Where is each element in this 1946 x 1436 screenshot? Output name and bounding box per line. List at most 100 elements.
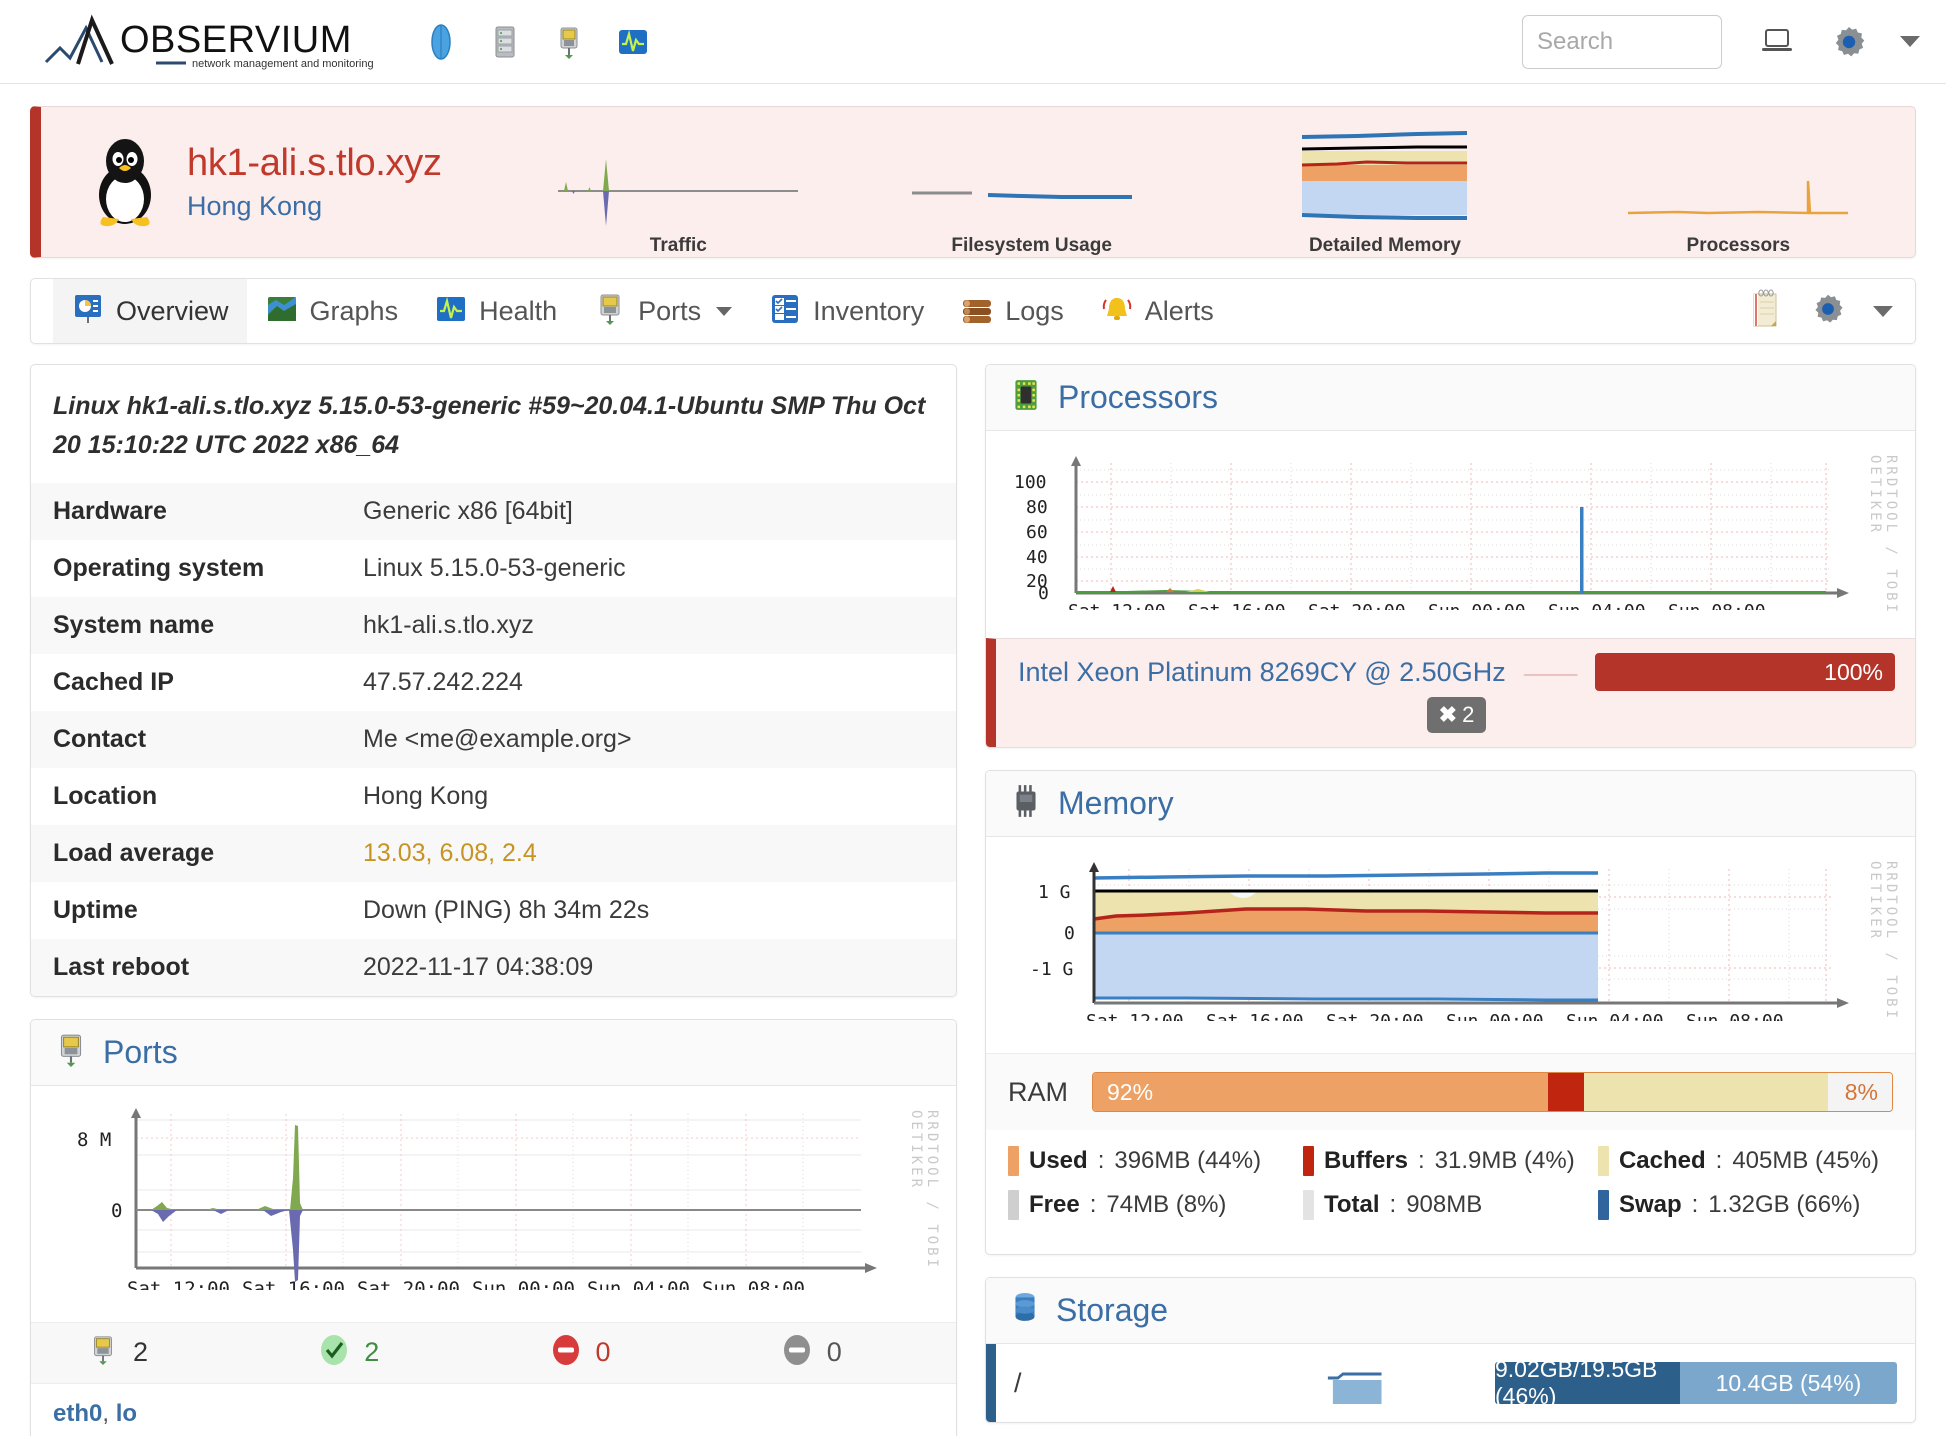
tab-overview[interactable]: Overview [53,279,247,343]
svg-text:Sun 04:00: Sun 04:00 [1548,601,1646,610]
tab-graphs[interactable]: Graphs [247,279,417,343]
left-column: Linux hk1-ali.s.tlo.xyz 5.15.0-53-generi… [30,364,957,1436]
legend-item-buffers: Buffers: 31.9MB (4%) [1302,1146,1598,1176]
row-value: 47.57.242.224 [363,667,523,696]
legend-name: Free [1029,1191,1080,1218]
ports-count-total[interactable]: 2 [31,1333,262,1372]
table-row: System name hk1-ali.s.tlo.xyz [31,596,956,654]
ports-count-up[interactable]: 2 [262,1333,493,1372]
ports-panel: Ports RRDTOOL / TOBI OETIKER 8 M 0 Sat 1… [30,1018,957,1436]
system-info-panel: Linux hk1-ali.s.tlo.xyz 5.15.0-53-generi… [30,364,957,997]
status-badge: ✖ 2 [1426,697,1487,733]
ports-traffic-graph[interactable]: RRDTOOL / TOBI OETIKER 8 M 0 Sat 12:00 S… [31,1085,956,1322]
memory-graph[interactable]: RRDTOOL / TOBI OETIKER 1 G 0 -1 G [986,837,1915,1053]
legend-name: Used [1029,1147,1088,1174]
port-link-lo[interactable]: lo [116,1400,137,1427]
processor-name[interactable]: Intel Xeon Platinum 8269CY @ 2.50GHz [1018,657,1506,688]
port-icon [87,1333,119,1372]
minigraph-processors[interactable]: Processors [1613,151,1863,257]
svg-text:Sun 00:00: Sun 00:00 [1446,1011,1544,1021]
processor-entry-row: Intel Xeon Platinum 8269CY @ 2.50GHz 100… [986,638,1915,747]
svg-text:1 G: 1 G [1038,882,1071,903]
cpu-chip-icon [1008,377,1044,418]
tab-ports[interactable]: Ports [575,279,750,343]
row-key: Last reboot [53,952,190,981]
database-icon [1008,1290,1042,1331]
device-location[interactable]: Hong Kong [187,191,442,222]
table-row: Cached IP 47.57.242.224 [31,654,956,711]
laptop-icon[interactable] [1756,21,1798,63]
tab-health[interactable]: Health [416,279,575,343]
minigraph-detailed-memory[interactable]: Detailed Memory [1260,129,1510,257]
minigraph-label: Filesystem Usage [951,235,1112,256]
tab-logs[interactable]: Logs [942,279,1082,343]
panel-title[interactable]: Storage [1056,1292,1168,1329]
legend-name: Buffers [1323,1147,1408,1174]
minigraph-label: Detailed Memory [1308,235,1461,256]
navbar-dropdown-caret[interactable] [1900,36,1920,47]
processors-graph[interactable]: RRDTOOL / TOBI OETIKER 100 80 60 40 20 0 [986,431,1915,638]
ports-count-down[interactable]: 0 [494,1333,725,1372]
count-value: 2 [364,1337,380,1367]
tab-label: Overview [116,295,229,326]
svg-text:Sat 16:00: Sat 16:00 [242,1278,345,1290]
gear-icon[interactable] [1828,21,1870,63]
health-icon[interactable] [612,21,654,63]
port-icon[interactable] [548,21,590,63]
logs-icon [960,292,994,331]
svg-text:0: 0 [111,1200,122,1222]
storage-panel-header: Storage [986,1278,1915,1344]
ports-count-disabled[interactable]: 0 [725,1333,956,1372]
svg-text:80: 80 [1026,497,1048,518]
panel-title[interactable]: Ports [103,1034,178,1071]
storage-sparkline [1234,1360,1485,1406]
processor-sparkline [1520,659,1581,685]
multiply-icon: ✖ [1438,702,1458,727]
device-identity: hk1-ali.s.tlo.xyz Hong Kong [187,142,442,223]
legend-swatch [1008,1190,1019,1220]
device-hostname[interactable]: hk1-ali.s.tlo.xyz [187,142,442,186]
notepad-icon[interactable] [1747,289,1783,334]
port-link-eth0[interactable]: eth0 [53,1400,102,1427]
rack-icon[interactable] [484,21,526,63]
storage-usage-bar: 9.02GB/19.5GB (46%) 10.4GB (54%) [1495,1362,1897,1404]
minigraph-filesystem-usage[interactable]: Filesystem Usage [907,151,1157,257]
table-row: Load average 13.03, 6.08, 2.4 [31,824,956,882]
observium-logo[interactable]: OBSERVIUM network management and monitor… [40,12,380,72]
svg-text:60: 60 [1026,522,1048,543]
svg-text:0: 0 [1038,583,1049,604]
storage-mountpoint[interactable]: / [1014,1368,1224,1399]
gear-icon[interactable] [1809,290,1847,333]
processor-usage-fill: 100% [1595,653,1895,691]
legend-value: 74MB (8%) [1106,1191,1227,1218]
processor-entry-line: Intel Xeon Platinum 8269CY @ 2.50GHz 100… [1018,653,1895,691]
tab-alerts[interactable]: Alerts [1082,279,1232,343]
port-link-separator: , [102,1399,116,1427]
globe-icon[interactable] [420,21,462,63]
row-value: 2022-11-17 04:38:09 [363,952,594,981]
legend-value: 908MB [1406,1191,1483,1218]
svg-text:Sun 08:00: Sun 08:00 [1686,1011,1784,1021]
minus-circle-red-icon [550,1333,582,1372]
search-input[interactable] [1522,14,1722,69]
legend-value: 1.32GB (66%) [1708,1191,1861,1218]
svg-text:Sat 16:00: Sat 16:00 [1206,1011,1304,1021]
port-icon [593,292,627,331]
ram-free-segment: 8% [1828,1073,1892,1111]
svg-text:-1 G: -1 G [1030,959,1073,980]
tab-inventory[interactable]: Inventory [750,279,942,343]
panel-title[interactable]: Processors [1058,379,1218,416]
legend-value: 405MB (45%) [1732,1147,1880,1174]
check-circle-icon [318,1333,350,1372]
chevron-down-icon[interactable] [716,306,733,316]
row-key: System name [53,610,215,639]
legend-item-swap: Swap: 1.32GB (66%) [1597,1190,1893,1220]
panel-title[interactable]: Memory [1058,785,1174,822]
storage-entry-row: / 9.02GB/19.5GB (46%) 10.4GB (54%) [986,1344,1915,1422]
device-tabbar: Overview Graphs Health Ports Inventory L… [30,278,1916,344]
svg-text:Sat 20:00: Sat 20:00 [1308,601,1406,610]
tabbar-dropdown-caret[interactable] [1873,305,1893,317]
ram-usage-row: RAM 92% 8% [986,1053,1915,1130]
legend-item-cached: Cached: 405MB (45%) [1597,1146,1893,1176]
minigraph-traffic[interactable]: Traffic [553,151,803,257]
